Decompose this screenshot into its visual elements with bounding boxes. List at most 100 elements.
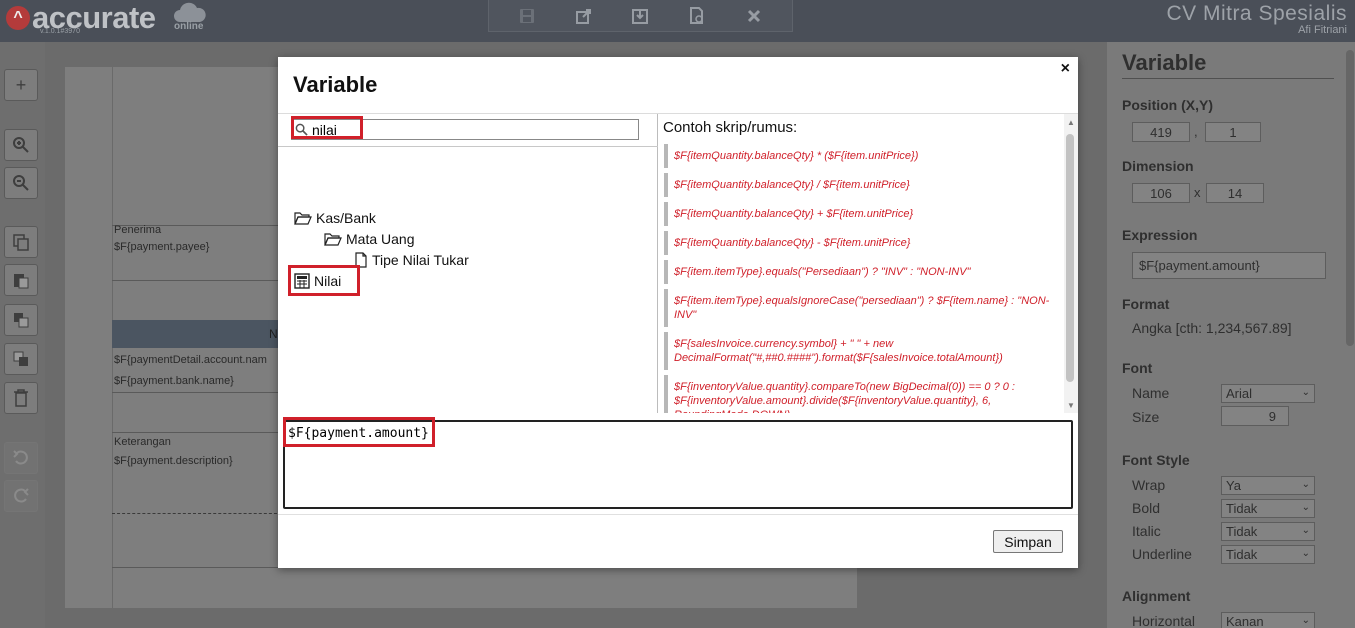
scroll-up-icon[interactable]: ▲ xyxy=(1064,116,1078,128)
wrap-select[interactable]: Ya ⌄ xyxy=(1221,476,1315,495)
logo-subtext: online xyxy=(174,21,204,32)
copy-icon xyxy=(13,234,29,251)
nilai-highlight xyxy=(288,265,360,296)
variable-tree-pane: Kas/Bank Mata Uang Tipe Nilai Tukar Nila… xyxy=(278,114,658,413)
company-info: CV Mitra Spesialis Afi Fitriani xyxy=(1166,2,1347,36)
table-header-label: N xyxy=(269,327,278,341)
example-item[interactable]: $F{itemQuantity.balanceQty} + $F{item.un… xyxy=(664,202,1053,226)
canvas-field-bank-name[interactable]: $F{payment.bank.name} xyxy=(114,375,234,387)
canvas-field-description[interactable]: $F{payment.description} xyxy=(114,455,233,467)
position-separator: , xyxy=(1194,124,1198,139)
canvas-field-account-name[interactable]: $F{paymentDetail.account.nam xyxy=(114,354,267,366)
save-button[interactable]: Simpan xyxy=(993,530,1063,553)
add-icon: + xyxy=(15,74,27,95)
properties-panel: Variable Position (X,Y) 419 , 1 Dimensio… xyxy=(1107,42,1355,628)
font-name-select[interactable]: Arial ⌄ xyxy=(1221,384,1315,403)
tree-item-tipe-nilai-tukar[interactable]: Tipe Nilai Tukar xyxy=(354,252,469,268)
field-separator xyxy=(112,567,282,568)
chevron-down-icon: ⌄ xyxy=(1301,502,1310,513)
italic-label: Italic xyxy=(1132,523,1161,539)
format-value[interactable]: Angka [cth: 1,234,567.89] xyxy=(1132,320,1292,336)
zoom-in-button[interactable] xyxy=(4,129,38,161)
tree-divider xyxy=(278,146,658,147)
expression-label: Expression xyxy=(1122,227,1198,243)
dimension-width-input[interactable]: 106 xyxy=(1132,183,1190,203)
canvas-label-penerima[interactable]: Penerima xyxy=(114,224,161,236)
undo-button[interactable] xyxy=(4,442,38,474)
font-name-value: Arial xyxy=(1226,386,1253,401)
tree-item-mata-uang[interactable]: Mata Uang xyxy=(324,231,414,247)
examples-scroll-thumb[interactable] xyxy=(1066,134,1074,382)
wrap-label: Wrap xyxy=(1132,477,1166,493)
chevron-down-icon: ⌄ xyxy=(1301,525,1310,536)
underline-select[interactable]: Tidak ⌄ xyxy=(1221,545,1315,564)
italic-select[interactable]: Tidak ⌄ xyxy=(1221,522,1315,541)
accurate-logo-mark-icon: ^ xyxy=(6,6,30,30)
download-icon[interactable] xyxy=(629,5,651,27)
folder-open-icon xyxy=(294,212,312,225)
paste-button[interactable] xyxy=(4,264,38,296)
properties-scrollbar[interactable] xyxy=(1346,50,1354,346)
company-name: CV Mitra Spesialis xyxy=(1166,2,1347,25)
field-separator xyxy=(112,280,282,281)
canvas-label-keterangan[interactable]: Keterangan xyxy=(114,436,171,448)
example-item[interactable]: $F{item.itemType}.equals("Persediaan") ?… xyxy=(664,260,1053,284)
bring-front-button[interactable] xyxy=(4,304,38,336)
field-separator xyxy=(112,432,282,433)
example-item[interactable]: $F{inventoryValue.quantity}.compareTo(ne… xyxy=(664,375,1053,413)
chevron-down-icon: ⌄ xyxy=(1301,548,1310,559)
accurate-logo[interactable]: ^ accurate xyxy=(6,0,156,36)
dimension-label: Dimension xyxy=(1122,158,1194,174)
table-header-bar[interactable]: N xyxy=(112,320,282,348)
chevron-down-icon: ⌄ xyxy=(1301,615,1310,626)
field-separator xyxy=(112,392,282,393)
add-button[interactable]: + xyxy=(4,69,38,101)
tree-item-kas-bank[interactable]: Kas/Bank xyxy=(294,210,376,226)
font-size-input[interactable]: 9 xyxy=(1221,406,1289,426)
example-item[interactable]: $F{itemQuantity.balanceQty} - $F{item.un… xyxy=(664,231,1053,255)
font-label: Font xyxy=(1122,360,1153,376)
send-back-button[interactable] xyxy=(4,343,38,375)
scroll-down-icon[interactable]: ▼ xyxy=(1064,399,1078,411)
canvas-field-payee[interactable]: $F{payment.payee} xyxy=(114,241,209,253)
underline-label: Underline xyxy=(1132,546,1192,562)
preview-icon[interactable] xyxy=(686,5,708,27)
search-highlight xyxy=(291,116,363,139)
tree-item-label: Mata Uang xyxy=(346,231,415,247)
chevron-down-icon: ⌄ xyxy=(1301,479,1310,490)
export-icon[interactable] xyxy=(573,5,595,27)
copy-button[interactable] xyxy=(4,226,38,258)
paste-icon xyxy=(14,274,29,289)
font-size-label: Size xyxy=(1132,409,1160,425)
bold-select[interactable]: Tidak ⌄ xyxy=(1221,499,1315,518)
expression-input[interactable]: $F{payment.amount} xyxy=(1132,252,1326,279)
example-item[interactable]: $F{item.itemType}.equalsIgnoreCase("pers… xyxy=(664,289,1053,327)
position-y-input[interactable]: 1 xyxy=(1205,122,1261,142)
horizontal-value: Kanan xyxy=(1226,614,1264,628)
underline-value: Tidak xyxy=(1226,547,1258,562)
variable-dialog: Variable × Kas/Bank Mata Uang Tipe Nilai… xyxy=(278,57,1078,568)
left-toolbar: + xyxy=(0,42,45,628)
delete-button[interactable] xyxy=(4,382,38,414)
example-item[interactable]: $F{itemQuantity.balanceQty} / $F{item.un… xyxy=(664,173,1053,197)
save-icon[interactable] xyxy=(516,5,538,27)
example-item[interactable]: $F{salesInvoice.currency.symbol} + " " +… xyxy=(664,332,1053,370)
example-item[interactable]: $F{itemQuantity.balanceQty} * ($F{item.u… xyxy=(664,144,1053,168)
dimension-height-input[interactable]: 14 xyxy=(1206,183,1264,203)
zoom-out-button[interactable] xyxy=(4,167,38,199)
redo-icon xyxy=(14,488,29,503)
horizontal-select[interactable]: Kanan ⌄ xyxy=(1221,612,1315,628)
footer-divider xyxy=(278,514,1078,515)
close-icon[interactable] xyxy=(743,5,765,27)
undo-icon xyxy=(13,450,28,465)
band-separator[interactable] xyxy=(112,513,282,514)
alignment-label: Alignment xyxy=(1122,588,1191,604)
wrap-value: Ya xyxy=(1226,478,1241,493)
font-name-label: Name xyxy=(1132,385,1170,401)
bring-front-icon xyxy=(14,313,29,328)
document-toolbar xyxy=(488,0,793,32)
position-x-input[interactable]: 419 xyxy=(1132,122,1190,142)
close-icon[interactable]: × xyxy=(1061,60,1070,78)
examples-title: Contoh skrip/rumus: xyxy=(663,119,798,136)
redo-button[interactable] xyxy=(4,480,38,512)
